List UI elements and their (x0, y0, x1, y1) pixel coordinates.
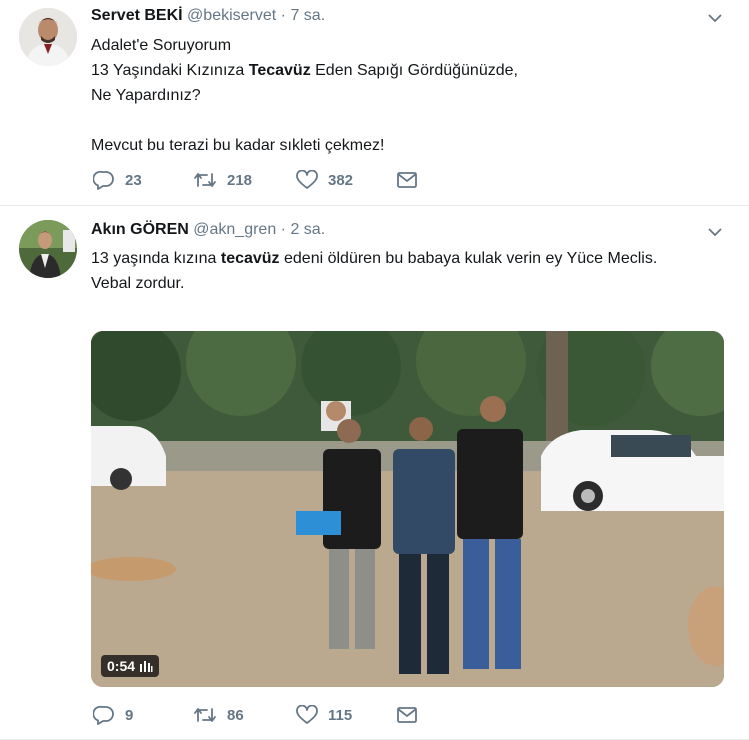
avatar[interactable] (19, 220, 77, 278)
tweet-text: 13 yaşında kızına tecavüz edeni öldüren … (91, 246, 711, 296)
reply-icon (93, 705, 114, 725)
reply-icon (93, 170, 114, 190)
tweet-text: Adalet'e Soruyorum 13 Yaşındaki Kızınıza … (91, 33, 711, 158)
text-segment: Eden Sapığı Gördüğünüzde, (310, 62, 518, 79)
retweet-icon (194, 708, 216, 722)
heart-icon (296, 705, 318, 724)
separator: · (280, 7, 286, 24)
text-line: Vebal zordur. (91, 275, 185, 292)
fullname[interactable]: Servet BEKİ (91, 7, 183, 24)
text-segment: edeni öldüren bu babaya kulak verin ey Y… (279, 250, 658, 267)
timestamp[interactable]: 2 sa. (290, 221, 325, 238)
like-count: 115 (328, 706, 353, 724)
dm-button[interactable] (396, 706, 418, 724)
avatar[interactable] (19, 8, 77, 66)
tweet-2[interactable]: Akın GÖREN @akn_gren · 2 sa. 13 yaşında … (0, 206, 749, 740)
video-duration-badge: 0:54 (101, 655, 160, 677)
separator: · (280, 221, 286, 238)
text-segment: 13 yaşında kızına (91, 250, 221, 267)
reply-count: 23 (125, 171, 142, 189)
text-line: Ne Yapardınız? (91, 87, 201, 104)
retweet-button[interactable]: 86 (193, 706, 296, 724)
video-player[interactable]: 0:54 (91, 331, 724, 687)
chevron-down-icon[interactable] (707, 10, 723, 26)
text-line: Mevcut bu terazi bu kadar sıkleti çekmez… (91, 137, 385, 154)
video-thumbnail (91, 331, 724, 687)
heart-icon (296, 170, 318, 189)
tweet-1[interactable]: Servet BEKİ @bekiservet · 7 sa. Adalet'e… (0, 0, 749, 206)
like-count: 382 (328, 171, 354, 189)
tweet-header: Akın GÖREN @akn_gren · 2 sa. (91, 221, 325, 239)
like-button[interactable]: 115 (296, 705, 396, 725)
reply-button[interactable]: 9 (93, 705, 193, 725)
like-button[interactable]: 382 (296, 170, 396, 190)
text-line: 13 Yaşındaki Kızınıza Tecavüz Eden Sapığ… (91, 58, 711, 83)
dm-button[interactable] (396, 171, 418, 189)
username[interactable]: @akn_gren (193, 221, 276, 238)
timestamp[interactable]: 7 sa. (290, 7, 325, 24)
retweet-count: 86 (227, 706, 244, 724)
highlighted-keyword: tecavüz (220, 250, 280, 267)
highlighted-keyword: Tecavüz (248, 62, 311, 79)
duration-text: 0:54 (107, 658, 136, 674)
tweet-actions: 9 86 115 (93, 705, 418, 725)
tweet-actions: 23 218 382 (93, 170, 418, 190)
chevron-down-icon[interactable] (707, 224, 723, 240)
reply-button[interactable]: 23 (93, 170, 193, 190)
username[interactable]: @bekiservet (187, 7, 276, 24)
retweet-icon (194, 173, 216, 187)
text-segment: 13 Yaşındaki Kızınıza (91, 62, 249, 79)
text-line: 13 yaşında kızına tecavüz edeni öldüren … (91, 246, 711, 271)
tweet-header: Servet BEKİ @bekiservet · 7 sa. (91, 7, 325, 25)
envelope-icon (397, 707, 417, 723)
audio-bars-icon (140, 661, 153, 672)
retweet-button[interactable]: 218 (193, 171, 296, 189)
fullname[interactable]: Akın GÖREN (91, 221, 189, 238)
retweet-count: 218 (227, 171, 253, 189)
envelope-icon (397, 172, 417, 188)
reply-count: 9 (125, 706, 134, 724)
text-line: Adalet'e Soruyorum (91, 37, 232, 54)
